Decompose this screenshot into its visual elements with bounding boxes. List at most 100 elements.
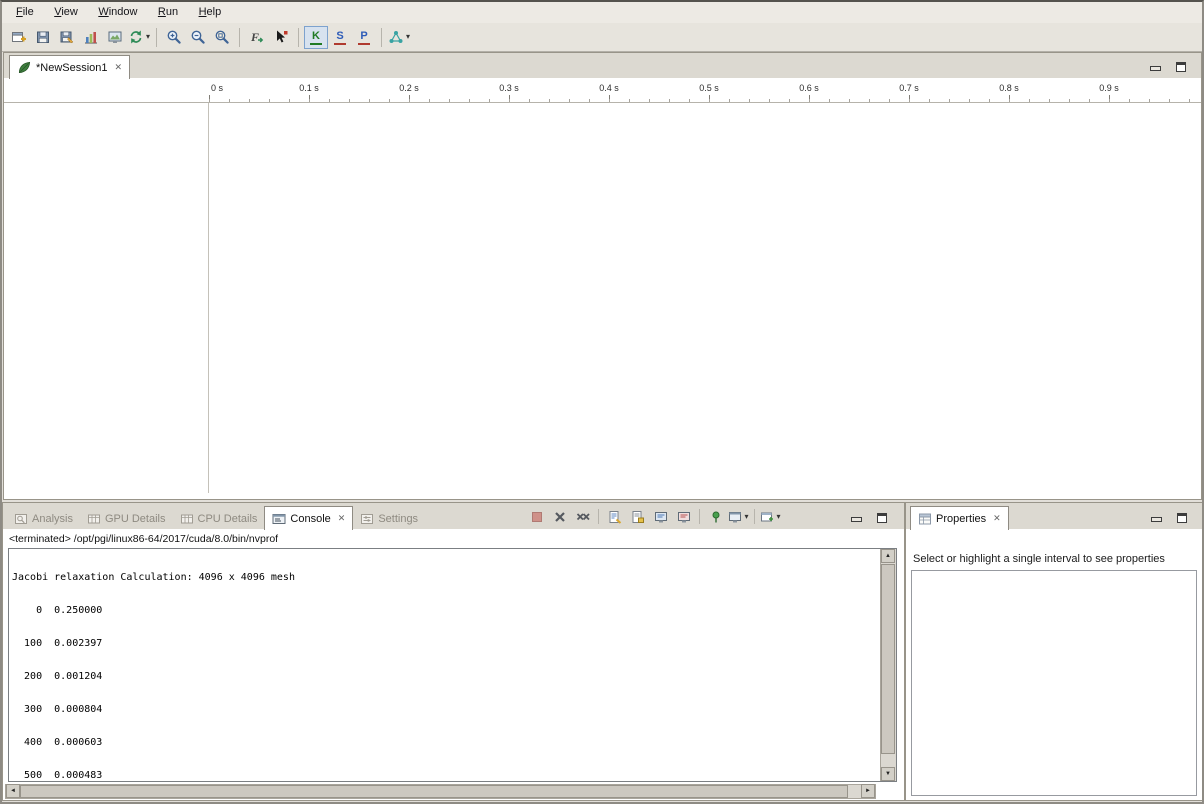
goto-marker-button[interactable]: F (245, 26, 269, 49)
tab-console[interactable]: Console ✕ (264, 506, 353, 530)
terminate-button[interactable] (525, 507, 548, 527)
properties-content-box (911, 570, 1197, 796)
maximize-button[interactable] (1174, 509, 1190, 523)
console-window-buttons (848, 509, 890, 523)
scroll-up-button[interactable]: ▲ (881, 549, 895, 563)
zoom-out-button[interactable] (186, 26, 210, 49)
zoom-out-icon (190, 29, 206, 45)
zoom-fit-icon (214, 29, 230, 45)
pin-console-button[interactable] (704, 507, 727, 527)
tab-gpu-details[interactable]: GPU Details (80, 508, 173, 529)
minimize-button[interactable] (848, 509, 864, 523)
export-image-icon (107, 29, 123, 45)
cpu-details-tab-icon (180, 512, 194, 526)
open-console-button[interactable]: ▾ (759, 507, 782, 527)
console-line: 300 0.000804 (12, 704, 880, 715)
tab-properties[interactable]: Properties ✕ (910, 506, 1009, 530)
remove-all-terminated-button[interactable] (571, 507, 594, 527)
close-icon[interactable]: ✕ (115, 63, 123, 72)
new-session-button[interactable] (7, 26, 31, 49)
reprofile-button[interactable]: ▾ (127, 26, 151, 49)
minimize-button[interactable] (1148, 509, 1164, 523)
svg-text:F: F (250, 30, 259, 44)
tab-settings-label: Settings (378, 513, 418, 525)
menu-run[interactable]: Run (150, 2, 186, 21)
timeline-tabstrip: *NewSession1 ✕ (4, 53, 1201, 79)
run-analysis-button[interactable]: ▾ (387, 26, 411, 49)
stdout-monitor-icon (654, 510, 668, 524)
maximize-button[interactable] (874, 509, 890, 523)
toolbar-separator (699, 509, 700, 524)
kernel-toggle-button[interactable]: K (304, 26, 328, 49)
save-session-as-button[interactable] (55, 26, 79, 49)
report-chart-button[interactable] (79, 26, 103, 49)
display-console-icon (728, 510, 742, 524)
horizontal-scroll-thumb[interactable] (20, 785, 848, 798)
console-output[interactable]: Jacobi relaxation Calculation: 4096 x 40… (12, 550, 880, 780)
show-console-stderr-button[interactable] (672, 507, 695, 527)
menu-window[interactable]: Window (90, 2, 145, 21)
show-console-stdout-button[interactable] (649, 507, 672, 527)
dropdown-arrow-icon: ▾ (744, 513, 748, 521)
console-view: Analysis GPU Details CPU Details (2, 502, 905, 801)
scroll-down-button[interactable]: ▼ (881, 767, 895, 781)
ruler-tick-label: 0.4 s (599, 83, 619, 93)
ruler-tick-label: 0.7 s (899, 83, 919, 93)
scroll-left-button[interactable]: ◄ (6, 784, 20, 798)
tab-cpu-details[interactable]: CPU Details (173, 508, 265, 529)
pointer-icon (273, 29, 289, 45)
selection-tool-button[interactable] (269, 26, 293, 49)
timeline-view: *NewSession1 ✕ 0 s 0.1 s 0.2 s 0.3 s 0.4… (3, 52, 1202, 500)
minimize-icon (1151, 517, 1162, 522)
clear-console-button[interactable] (603, 507, 626, 527)
ruler-tick-label: 0.8 s (999, 83, 1019, 93)
console-line: Jacobi relaxation Calculation: 4096 x 40… (12, 572, 880, 583)
menu-view[interactable]: View (46, 2, 86, 21)
save-session-button[interactable] (31, 26, 55, 49)
minimize-button[interactable] (1147, 58, 1163, 72)
menu-bar: File View Window Run Help (2, 2, 1202, 24)
timeline-content: 0 s 0.1 s 0.2 s 0.3 s 0.4 s 0.5 s 0.6 s … (4, 78, 1201, 499)
analysis-tab-icon (14, 512, 28, 526)
refresh-icon (128, 29, 144, 45)
tab-settings[interactable]: Settings (353, 508, 425, 529)
ruler-tick-label: 0.5 s (699, 83, 719, 93)
close-icon[interactable]: ✕ (338, 514, 346, 523)
close-icon[interactable]: ✕ (993, 514, 1001, 523)
toolbar-separator (381, 28, 382, 47)
tab-properties-label: Properties (936, 513, 986, 525)
remove-launch-button[interactable] (548, 507, 571, 527)
properties-tab-icon (918, 512, 932, 526)
remove-launch-icon (553, 510, 567, 524)
tab-analysis[interactable]: Analysis (7, 508, 80, 529)
scroll-right-button[interactable]: ► (861, 784, 875, 798)
console-line: 0 0.250000 (12, 605, 880, 616)
process-letter-icon: P (358, 30, 369, 45)
console-line: 200 0.001204 (12, 671, 880, 682)
analysis-icon (388, 29, 404, 45)
maximize-button[interactable] (1173, 58, 1189, 72)
process-toggle-button[interactable]: P (352, 26, 376, 49)
zoom-fit-button[interactable] (210, 26, 234, 49)
vertical-scrollbar[interactable]: ▲ ▼ (880, 549, 896, 781)
menu-file[interactable]: File (8, 2, 42, 21)
stream-toggle-button[interactable]: S (328, 26, 352, 49)
session-tab-label: *NewSession1 (36, 62, 108, 74)
maximize-icon (1177, 513, 1187, 523)
bar-chart-icon (83, 29, 99, 45)
toolbar-separator (754, 509, 755, 524)
zoom-in-button[interactable] (162, 26, 186, 49)
menu-help[interactable]: Help (191, 2, 230, 21)
dropdown-arrow-icon: ▾ (406, 33, 410, 41)
timeline-canvas (209, 103, 1201, 499)
terminate-icon (530, 510, 544, 524)
properties-hint: Select or highlight a single interval to… (913, 553, 1165, 565)
horizontal-scrollbar[interactable]: ◄ ► (5, 784, 876, 799)
scroll-lock-button[interactable] (626, 507, 649, 527)
session-tab[interactable]: *NewSession1 ✕ (9, 55, 130, 79)
export-image-button[interactable] (103, 26, 127, 49)
tab-console-label: Console (290, 513, 330, 525)
gpu-details-tab-icon (87, 512, 101, 526)
vertical-scroll-thumb[interactable] (881, 564, 895, 754)
display-selected-console-button[interactable]: ▾ (727, 507, 750, 527)
